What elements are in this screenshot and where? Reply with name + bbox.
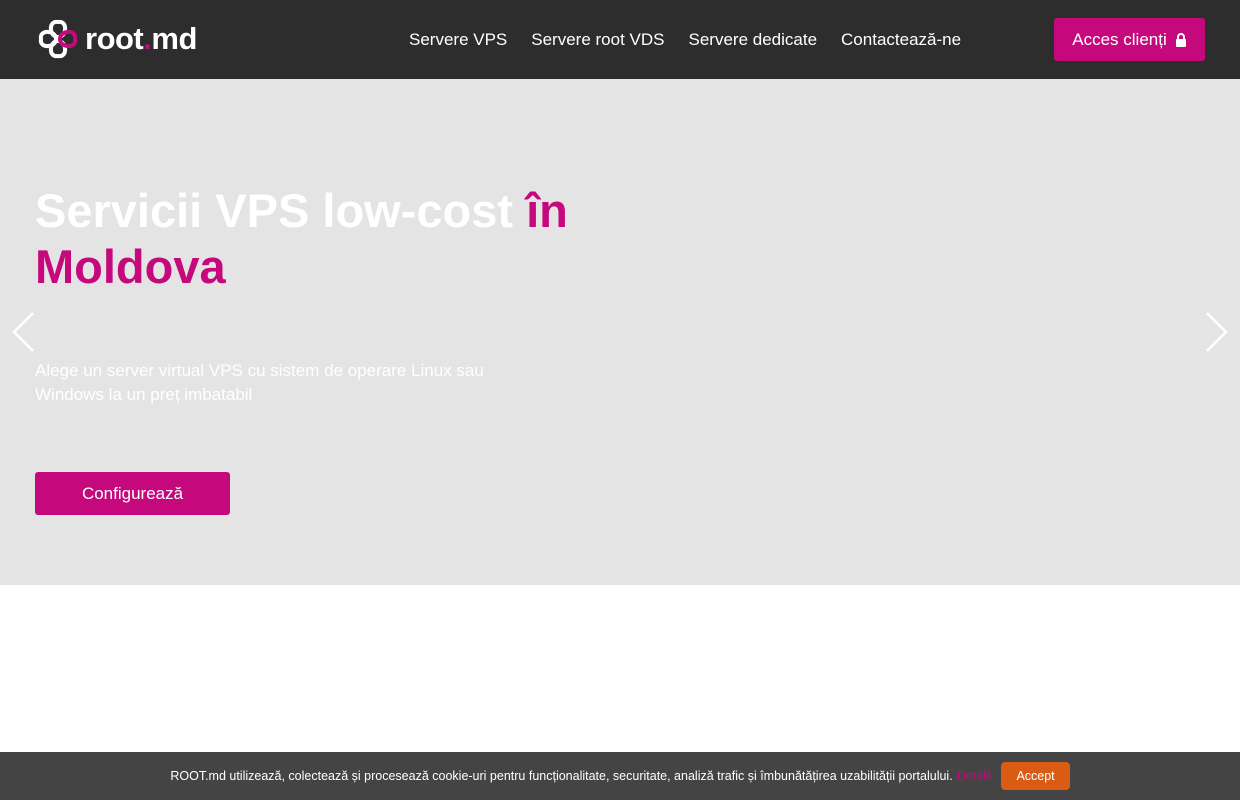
chevron-right-icon (1206, 312, 1228, 352)
configure-button[interactable]: Configurează (35, 472, 230, 515)
cookie-accept-button[interactable]: Accept (1001, 762, 1070, 790)
hero-subtitle: Alege un server virtual VPS cu sistem de… (35, 361, 484, 404)
cookie-banner: ROOT.md utilizează, colectează și proces… (0, 752, 1240, 800)
nav-servere-root-vds[interactable]: Servere root VDS (531, 28, 664, 52)
hero-slider: Servicii VPS low-cost în Moldova Alege u… (0, 79, 1240, 585)
slider-next-button[interactable] (1201, 310, 1231, 354)
slider-prev-button[interactable] (9, 310, 39, 354)
clover-logo-icon (38, 19, 78, 59)
nav-contact[interactable]: Contactează-ne (841, 28, 961, 52)
cookie-details-link[interactable]: Detalii (957, 769, 992, 783)
lock-icon (1175, 32, 1186, 47)
logo-text: root.md (85, 21, 197, 56)
cookie-text: ROOT.md utilizează, colectează și proces… (170, 769, 953, 783)
nav-servere-dedicate[interactable]: Servere dedicate (689, 28, 818, 52)
main-nav: Servere VPS Servere root VDS Servere ded… (397, 28, 973, 52)
site-header: root.md Servere VPS Servere root VDS Ser… (0, 0, 1240, 79)
nav-servere-vps[interactable]: Servere VPS (409, 28, 507, 52)
logo[interactable]: root.md (35, 16, 197, 62)
hero-title: Servicii VPS low-cost în Moldova (35, 184, 568, 293)
client-access-button[interactable]: Acces clienți (1054, 18, 1205, 61)
chevron-left-icon (12, 312, 34, 352)
client-access-label: Acces clienți (1072, 29, 1167, 49)
